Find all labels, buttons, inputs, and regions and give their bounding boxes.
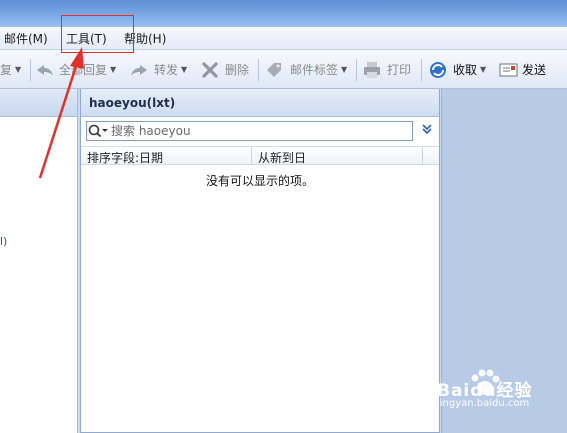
annotation-arrow-icon	[38, 47, 84, 179]
